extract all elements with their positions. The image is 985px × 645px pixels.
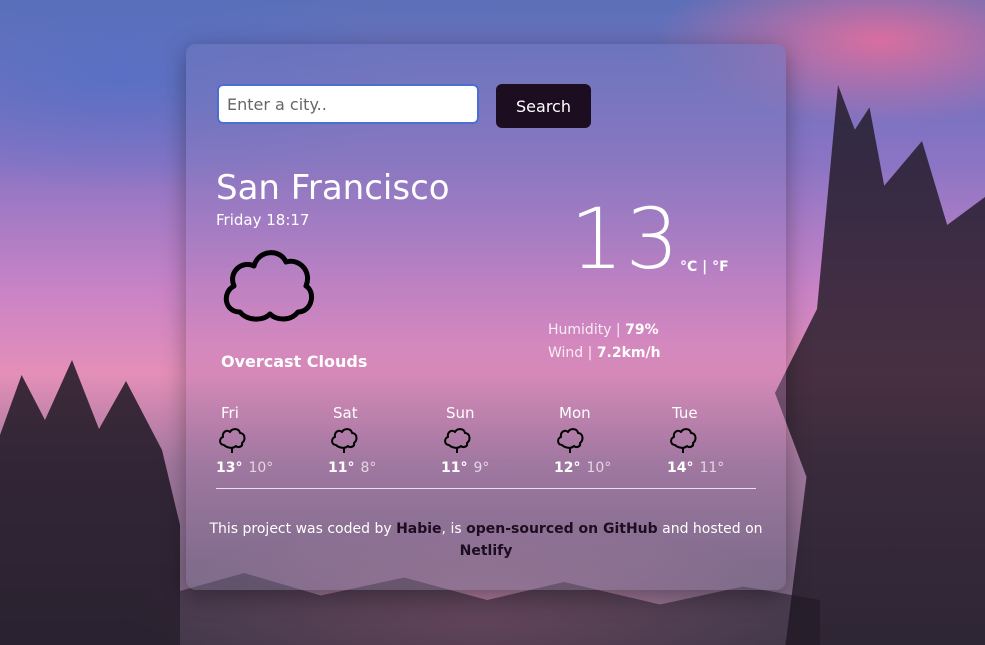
forecast-min: 11° [699, 460, 725, 476]
humidity-row: Humidity | 79% [548, 319, 661, 342]
forecast-min: 8° [360, 460, 377, 476]
forecast-temps: 11° 9° [441, 460, 531, 476]
fahrenheit-link[interactable]: °F [712, 259, 729, 275]
author-link[interactable]: Habie [396, 521, 441, 537]
github-link[interactable]: open-sourced on GitHub [466, 521, 658, 537]
forecast-max: 11° [441, 460, 468, 476]
wind-row: Wind | 7.2km/h [548, 342, 661, 365]
footer-text: This project was coded by [209, 521, 397, 537]
forecast-temps: 14° 11° [667, 460, 757, 476]
cloud-icon [444, 428, 471, 453]
forecast-max: 13° [216, 460, 243, 476]
weather-card: Search San Francisco Friday 18:17 Overca… [186, 44, 786, 590]
cloud-icon [557, 428, 584, 453]
forecast-day-name: Tue [672, 404, 698, 422]
weather-description: Overcast Clouds [221, 352, 368, 371]
forecast: Fri 13° 10° Sat 11° 8° Sun 11° 9° Mon 12° 10… [216, 404, 756, 489]
forecast-day: Sun 11° 9° [441, 404, 531, 476]
footer: This project was coded by Habie, is open… [206, 518, 766, 562]
forecast-max: 12° [554, 460, 581, 476]
celsius-link[interactable]: °C [680, 259, 697, 275]
forecast-min: 10° [248, 460, 274, 476]
forecast-day: Sat 11° 8° [328, 404, 418, 476]
forecast-max: 14° [667, 460, 694, 476]
wind-value: 7.2km/h [596, 345, 661, 361]
cloud-icon [223, 250, 315, 322]
forecast-day: Tue 14° 11° [667, 404, 757, 476]
weather-stats: Humidity | 79% Wind | 7.2km/h [548, 319, 661, 365]
cloud-icon [331, 428, 358, 453]
unit-separator: | [697, 259, 713, 275]
city-name: San Francisco [216, 168, 450, 208]
wind-label: Wind | [548, 345, 597, 361]
cloud-icon [219, 428, 246, 453]
humidity-value: 79% [625, 322, 659, 338]
cloud-icon [670, 428, 697, 453]
footer-text: , is [441, 521, 467, 537]
forecast-temps: 11° 8° [328, 460, 418, 476]
city-search-input[interactable] [217, 84, 479, 124]
forecast-day: Mon 12° 10° [554, 404, 644, 476]
current-datetime: Friday 18:17 [216, 211, 310, 229]
forecast-day: Fri 13° 10° [216, 404, 306, 476]
forecast-min: 9° [473, 460, 490, 476]
forecast-day-name: Sat [333, 404, 358, 422]
search-button[interactable]: Search [496, 84, 591, 128]
forecast-day-name: Fri [221, 404, 239, 422]
humidity-label: Humidity | [548, 322, 626, 338]
forecast-max: 11° [328, 460, 355, 476]
unit-toggle: °C | °F [680, 259, 729, 275]
forecast-temps: 12° 10° [554, 460, 644, 476]
forecast-temps: 13° 10° [216, 460, 306, 476]
forecast-day-name: Sun [446, 404, 475, 422]
forecast-day-name: Mon [559, 404, 591, 422]
current-temperature: 13 [570, 190, 681, 288]
netlify-link[interactable]: Netlify [460, 543, 513, 559]
forecast-min: 10° [586, 460, 612, 476]
footer-text: and hosted on [657, 521, 763, 537]
